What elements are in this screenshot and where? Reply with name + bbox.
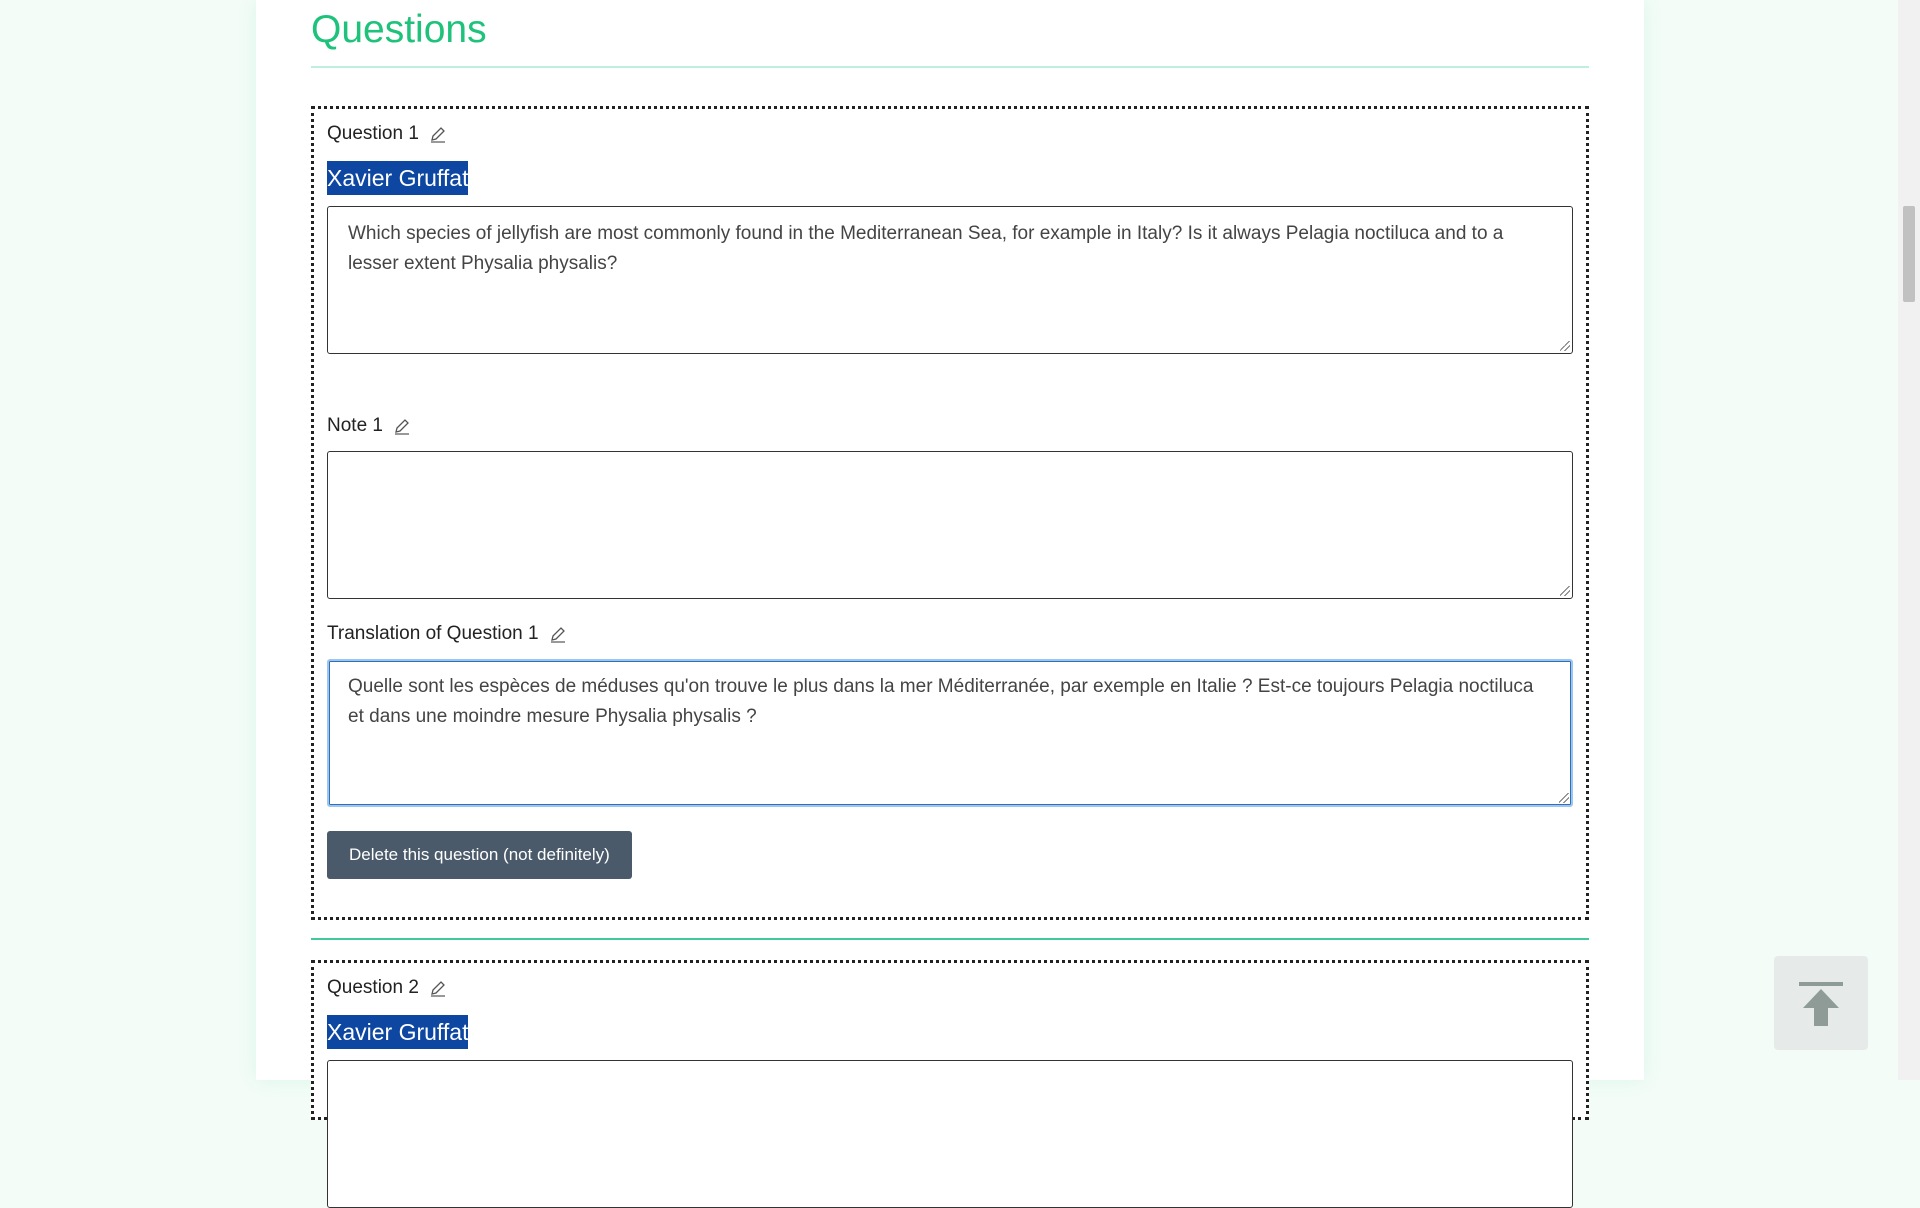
question-label-text: Question 2 — [327, 977, 419, 998]
question-text: Which species of jellyfish are most comm… — [348, 223, 1504, 274]
question-divider — [311, 938, 1589, 940]
question-textarea[interactable] — [327, 1060, 1573, 1208]
question-label: Question 1 — [327, 123, 447, 145]
scrollbar-thumb[interactable] — [1903, 206, 1915, 302]
question-label: Question 2 — [327, 977, 447, 999]
question-block: Question 2 Xavier Gruffat — [311, 960, 1589, 1208]
pencil-icon[interactable] — [393, 417, 411, 435]
section-title: Questions — [311, 8, 487, 51]
note-label: Note 1 — [327, 415, 411, 437]
translation-label: Translation of Question 1 — [327, 623, 567, 645]
pencil-icon[interactable] — [429, 125, 447, 143]
title-divider — [311, 66, 1589, 68]
main-content: Questions Question 1 Xavier Gruffat Whic… — [256, 0, 1644, 1208]
pencil-icon[interactable] — [549, 625, 567, 643]
back-to-top-button[interactable] — [1774, 956, 1868, 1050]
note-label-text: Note 1 — [327, 415, 383, 436]
resize-handle-icon[interactable] — [1560, 586, 1570, 596]
translation-text: Quelle sont les espèces de méduses qu'on… — [348, 676, 1534, 727]
note-textarea[interactable] — [327, 451, 1573, 599]
translation-label-text: Translation of Question 1 — [327, 623, 539, 644]
arrow-up-icon — [1799, 982, 1843, 1026]
vertical-scrollbar[interactable] — [1898, 0, 1920, 1080]
author-name: Xavier Gruffat — [327, 161, 469, 195]
question-label-text: Question 1 — [327, 123, 419, 144]
delete-question-button[interactable]: Delete this question (not definitely) — [327, 831, 632, 879]
translation-textarea[interactable]: Quelle sont les espèces de méduses qu'on… — [327, 659, 1573, 807]
pencil-icon[interactable] — [429, 979, 447, 997]
resize-handle-icon[interactable] — [1559, 793, 1569, 803]
question-block: Question 1 Xavier Gruffat Which species … — [311, 106, 1589, 920]
question-textarea[interactable]: Which species of jellyfish are most comm… — [327, 206, 1573, 354]
resize-handle-icon[interactable] — [1560, 341, 1570, 351]
author-name: Xavier Gruffat — [327, 1015, 469, 1049]
